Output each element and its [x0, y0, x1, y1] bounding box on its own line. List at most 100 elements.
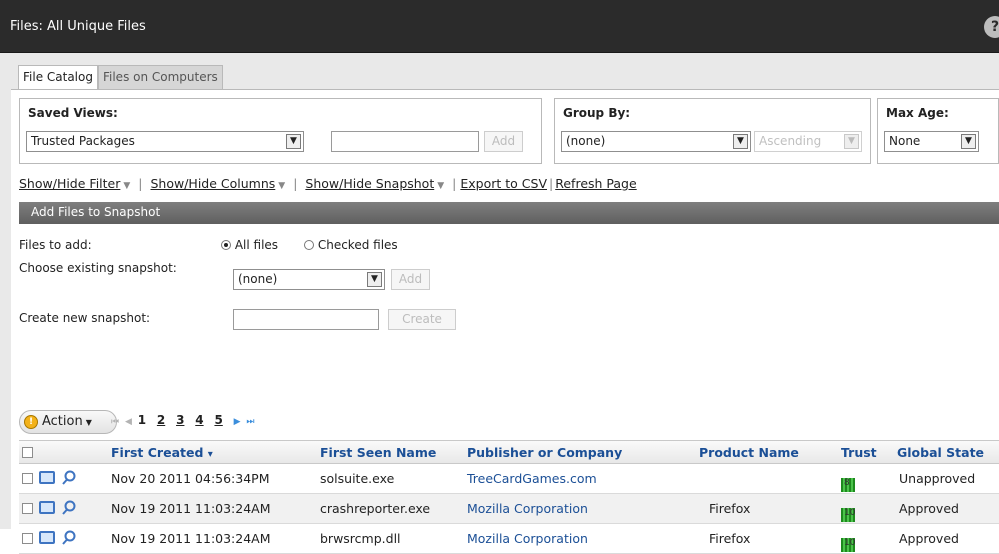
view-options-bar: Show/Hide Filter ▼ | Show/Hide Columns ▼ |… — [19, 176, 637, 191]
action-button[interactable]: ! Action ▼ — [19, 410, 117, 434]
chevron-down-icon[interactable]: ▼ — [733, 134, 748, 149]
first-seen-name-cell: brwsrcmp.dll — [320, 531, 401, 546]
add-view-button[interactable]: Add — [484, 131, 523, 152]
existing-snapshot-value: (none) — [238, 272, 278, 286]
window-title: Files: All Unique Files — [10, 19, 146, 34]
computer-icon[interactable] — [39, 501, 55, 514]
show-hide-snapshot-link[interactable]: Show/Hide Snapshot — [305, 176, 434, 191]
global-state-cell: Approved — [899, 531, 959, 546]
page-2-link[interactable]: 2 — [157, 413, 165, 427]
checked-files-label: Checked files — [317, 238, 398, 252]
chevron-down-icon[interactable]: ▼ — [123, 181, 130, 191]
tab-strip: File Catalog Files on Computers — [18, 65, 223, 89]
page-1-link[interactable]: 1 — [138, 413, 146, 427]
new-snapshot-input[interactable] — [233, 309, 379, 330]
file-catalog-panel: Saved Views: Trusted Packages ▼ Add Grou… — [11, 89, 999, 554]
view-name-input[interactable] — [331, 131, 479, 152]
magnifier-icon[interactable] — [61, 500, 77, 516]
group-by-select[interactable]: (none) ▼ — [561, 131, 751, 152]
all-files-option[interactable]: All files — [221, 238, 278, 252]
create-snapshot-button[interactable]: Create — [388, 309, 456, 330]
create-new-label: Create new snapshot: — [19, 311, 151, 325]
first-page-icon[interactable]: ⏮ — [111, 417, 119, 427]
checked-files-radio[interactable] — [304, 240, 314, 250]
previous-page-icon[interactable]: ◀ — [125, 417, 132, 427]
row-checkbox[interactable] — [22, 473, 33, 484]
group-by-label: Group By: — [563, 106, 631, 120]
tab-file-catalog[interactable]: File Catalog — [18, 65, 98, 89]
shield-icon: ! — [24, 415, 38, 429]
sort-desc-icon: ▾ — [207, 449, 213, 460]
chevron-down-icon[interactable]: ▼ — [844, 134, 859, 149]
files-table: First Created ▾ First Seen Name Publishe… — [19, 440, 999, 554]
chevron-down-icon[interactable]: ▼ — [367, 272, 382, 287]
last-page-icon[interactable]: ⏭ — [246, 417, 254, 427]
column-global-state[interactable]: Global State — [897, 445, 984, 460]
chevron-down-icon: ▼ — [85, 418, 92, 427]
all-files-radio[interactable] — [221, 240, 231, 250]
snapshot-section-header: Add Files to Snapshot — [19, 202, 999, 224]
all-files-label: All files — [234, 238, 279, 252]
pager: ⏮ ◀ 1 2 3 4 5 ▶ ⏭ — [111, 413, 256, 427]
first-seen-name-cell: solsuite.exe — [320, 471, 395, 486]
page-3-link[interactable]: 3 — [176, 413, 184, 427]
first-created-cell: Nov 19 2011 11:03:24AM — [111, 531, 271, 546]
title-bar: Files: All Unique Files ? — [0, 0, 999, 53]
product-name-cell: Firefox — [709, 501, 751, 516]
global-state-cell: Unapproved — [899, 471, 976, 486]
group-by-group: Group By: (none) ▼ Ascending ▼ — [554, 98, 871, 164]
choose-existing-label: Choose existing snapshot: — [19, 261, 177, 275]
checked-files-option[interactable]: Checked files — [304, 238, 398, 252]
column-publisher[interactable]: Publisher or Company — [467, 445, 622, 460]
tab-files-on-computers[interactable]: Files on Computers — [97, 65, 223, 89]
existing-snapshot-select[interactable]: (none) ▼ — [233, 269, 385, 290]
chevron-down-icon[interactable]: ▼ — [286, 134, 301, 149]
computer-icon[interactable] — [39, 471, 55, 484]
row-checkbox[interactable] — [22, 503, 33, 514]
action-label: Action — [42, 414, 83, 429]
table-row[interactable]: Nov 20 2011 04:56:34PM solsuite.exe Tree… — [19, 464, 999, 494]
chevron-down-icon[interactable]: ▼ — [961, 134, 976, 149]
magnifier-icon[interactable] — [61, 530, 77, 546]
magnifier-icon[interactable] — [61, 470, 77, 486]
column-trust[interactable]: Trust — [841, 445, 877, 460]
next-page-icon[interactable]: ▶ — [234, 417, 241, 427]
files-to-add-label: Files to add: — [19, 238, 92, 252]
product-name-cell: Firefox — [709, 531, 751, 546]
main-content: File Catalog Files on Computers Saved Vi… — [0, 53, 999, 554]
max-age-label: Max Age: — [886, 106, 949, 120]
column-product-name[interactable]: Product Name — [699, 445, 799, 460]
row-checkbox[interactable] — [22, 533, 33, 544]
publisher-link[interactable]: Mozilla Corporation — [467, 501, 588, 516]
add-to-snapshot-button[interactable]: Add — [391, 269, 430, 290]
refresh-page-link[interactable]: Refresh Page — [555, 176, 636, 191]
table-row[interactable]: Nov 19 2011 11:03:24AM crashreporter.exe… — [19, 494, 999, 524]
column-first-seen-name[interactable]: First Seen Name — [320, 445, 436, 460]
computer-icon[interactable] — [39, 531, 55, 544]
max-age-value: None — [889, 134, 921, 148]
first-created-cell: Nov 19 2011 11:03:24AM — [111, 501, 271, 516]
saved-views-group: Saved Views: Trusted Packages ▼ Add — [19, 98, 542, 164]
help-icon[interactable]: ? — [984, 16, 999, 38]
page-4-link[interactable]: 4 — [195, 413, 203, 427]
chevron-down-icon[interactable]: ▼ — [437, 181, 444, 191]
saved-views-select[interactable]: Trusted Packages ▼ — [26, 131, 304, 152]
max-age-select[interactable]: None ▼ — [884, 131, 979, 152]
publisher-link[interactable]: TreeCardGames.com — [467, 471, 597, 486]
first-created-cell: Nov 20 2011 04:56:34PM — [111, 471, 270, 486]
sort-order-select[interactable]: Ascending ▼ — [754, 131, 862, 152]
publisher-link[interactable]: Mozilla Corporation — [467, 531, 588, 546]
saved-views-label: Saved Views: — [28, 106, 118, 120]
column-first-created[interactable]: First Created ▾ — [111, 445, 213, 460]
sort-order-value: Ascending — [759, 134, 822, 148]
group-by-value: (none) — [566, 134, 606, 148]
global-state-cell: Approved — [899, 501, 959, 516]
max-age-group: Max Age: None ▼ — [877, 98, 999, 164]
chevron-down-icon[interactable]: ▼ — [278, 181, 285, 191]
show-hide-filter-link[interactable]: Show/Hide Filter — [19, 176, 120, 191]
select-all-checkbox[interactable] — [22, 447, 33, 458]
show-hide-columns-link[interactable]: Show/Hide Columns — [150, 176, 275, 191]
first-seen-name-cell: crashreporter.exe — [320, 501, 431, 516]
page-5-link[interactable]: 5 — [214, 413, 222, 427]
export-csv-link[interactable]: Export to CSV — [460, 176, 547, 191]
